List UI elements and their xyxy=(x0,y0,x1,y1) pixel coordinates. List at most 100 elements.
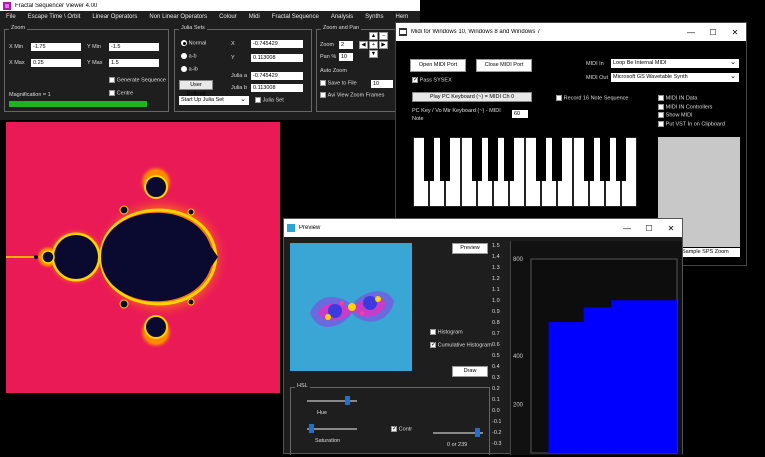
piano-black-key[interactable] xyxy=(424,137,434,181)
piano-black-key[interactable] xyxy=(536,137,546,181)
minimize-icon[interactable]: — xyxy=(680,28,702,37)
progress-bar xyxy=(9,101,147,107)
show-midi-option[interactable]: Show MIDI xyxy=(658,112,725,119)
piano-black-key[interactable] xyxy=(488,137,498,181)
xmax-input[interactable]: 0.25 xyxy=(31,59,81,67)
menu-colour[interactable]: Colour xyxy=(213,14,243,20)
minimize-icon[interactable]: — xyxy=(616,224,638,233)
note-input[interactable]: 60 xyxy=(512,110,528,118)
pass-sysex-checkbox[interactable] xyxy=(412,77,418,83)
julia-option-aib[interactable]: a-ib xyxy=(181,66,198,73)
julia-normal-label: Normal xyxy=(188,40,207,47)
julia-set-option[interactable]: Julia Set xyxy=(255,97,284,104)
piano-keyboard[interactable] xyxy=(413,137,637,207)
pass-sysex-option[interactable]: Pass SYSEX xyxy=(412,77,452,84)
piano-black-key[interactable] xyxy=(504,137,514,181)
julia-set-checkbox[interactable] xyxy=(255,97,261,103)
ymax-input[interactable]: 1.5 xyxy=(109,59,159,67)
julia-option-ab[interactable]: a-b xyxy=(181,53,197,60)
midi-in-controllers-option[interactable]: MIDI IN Controllers xyxy=(658,103,725,110)
contr-option[interactable]: Contr xyxy=(391,426,412,433)
saturation-slider-track[interactable] xyxy=(307,428,357,430)
pan-left-button[interactable]: ◀ xyxy=(359,41,368,49)
user-defined-button[interactable]: User Defined xyxy=(179,80,213,97)
cumulative-histogram-checkbox[interactable] xyxy=(430,342,436,348)
julia-y-input[interactable]: 0.113008 xyxy=(251,54,303,62)
save-to-file-checkbox[interactable] xyxy=(320,80,326,86)
piano-black-key[interactable] xyxy=(600,137,610,181)
centre-option[interactable]: Centre xyxy=(109,90,133,97)
vst-clipboard-checkbox[interactable] xyxy=(658,120,664,127)
record-sequence-option[interactable]: Record 16 Note Sequence xyxy=(556,95,629,102)
midi-in-controllers-checkbox[interactable] xyxy=(658,103,664,110)
frames-input[interactable]: 10 xyxy=(371,80,393,88)
julia-b-input[interactable]: 0.113008 xyxy=(251,84,303,92)
preview-button[interactable]: Preview xyxy=(452,243,488,254)
close-icon[interactable]: ✕ xyxy=(660,224,682,233)
julia-ab-radio[interactable] xyxy=(181,53,187,59)
pan-up-button[interactable]: ▲ xyxy=(369,32,378,40)
avi-view-checkbox[interactable] xyxy=(320,92,326,98)
start-julia-select[interactable]: Start Up Julia Set xyxy=(179,96,249,105)
piano-black-key[interactable] xyxy=(616,137,626,181)
menu-synths[interactable]: Synths xyxy=(359,14,389,20)
zoom-in-button[interactable]: + xyxy=(369,41,378,49)
julia-a-input[interactable]: -0.745429 xyxy=(251,72,303,80)
midi-in-data-checkbox[interactable] xyxy=(658,95,664,101)
histogram-option[interactable]: Histogram xyxy=(430,329,463,336)
cumulative-histogram-option[interactable]: Cumulative Histogram xyxy=(430,342,492,349)
note-label: Note xyxy=(412,116,424,122)
vst-clipboard-option[interactable]: Put VST In on Clipboard xyxy=(658,120,725,127)
menu-analysis[interactable]: Analysis xyxy=(325,14,359,20)
menu-escape-time[interactable]: Escape Time \ Orbit xyxy=(22,14,87,20)
close-icon[interactable]: ✕ xyxy=(724,28,746,37)
sample-sps-field[interactable]: Sample SPS Zoom xyxy=(680,248,740,257)
menu-midi[interactable]: Midi xyxy=(243,14,266,20)
menu-linear-operators[interactable]: Linear Operators xyxy=(86,14,143,20)
show-midi-checkbox[interactable] xyxy=(658,112,664,119)
julia-x-input[interactable]: -0.745429 xyxy=(251,40,303,48)
play-pc-keyboard-button[interactable]: Play PC Keyboard (~) = MIDI Ch 0 xyxy=(412,92,532,102)
hue-slider-thumb[interactable] xyxy=(345,396,350,405)
menu-file[interactable]: File xyxy=(0,14,22,20)
saturation-slider-thumb[interactable] xyxy=(309,424,314,433)
zoom-out-button[interactable]: − xyxy=(379,32,388,40)
midi-in-select[interactable]: Loop Be Internal MIDI xyxy=(611,59,739,68)
midi-out-select[interactable]: Microsoft GS Wavetable Synth xyxy=(611,73,739,82)
julia-set-label: Julia Set xyxy=(262,97,284,104)
julia-aib-radio[interactable] xyxy=(181,66,187,72)
open-midi-port-button[interactable]: Open MIDI Port xyxy=(410,59,466,72)
piano-black-key[interactable] xyxy=(440,137,450,181)
ymin-input[interactable]: -1.5 xyxy=(109,43,159,51)
piano-black-key[interactable] xyxy=(584,137,594,181)
record-sequence-checkbox[interactable] xyxy=(556,95,562,101)
centre-checkbox[interactable] xyxy=(109,90,115,96)
menu-hem[interactable]: Hem xyxy=(390,14,415,20)
pan-right-button[interactable]: ▶ xyxy=(379,41,388,49)
zoom-amount-input[interactable]: 2 xyxy=(339,41,353,49)
maximize-icon[interactable]: ☐ xyxy=(702,28,724,37)
julia-normal-radio[interactable] xyxy=(181,40,187,46)
show-midi-label: Show MIDI xyxy=(665,112,693,119)
y-tick-label: 800 xyxy=(513,257,524,263)
avi-view-option[interactable]: Avi View Zoom Frames xyxy=(320,92,384,99)
pan-down-button[interactable]: ▼ xyxy=(369,50,378,58)
fractal-canvas[interactable] xyxy=(6,122,280,393)
histogram-checkbox[interactable] xyxy=(430,329,436,335)
save-to-file-option[interactable]: Save to File xyxy=(320,80,357,87)
generate-sequence-option[interactable]: Generate Sequence xyxy=(109,77,166,84)
xmin-input[interactable]: -1.75 xyxy=(31,43,81,51)
piano-black-key[interactable] xyxy=(472,137,482,181)
midi-in-data-option[interactable]: MIDI IN Data xyxy=(658,95,725,102)
draw-button[interactable]: Draw xyxy=(452,366,488,377)
contrast-slider-thumb[interactable] xyxy=(475,428,480,437)
close-midi-port-button[interactable]: Close MIDI Port xyxy=(476,59,532,72)
contr-checkbox[interactable] xyxy=(391,426,397,432)
piano-black-key[interactable] xyxy=(552,137,562,181)
menu-non-linear-operators[interactable]: Non Linear Operators xyxy=(143,14,213,20)
generate-sequence-checkbox[interactable] xyxy=(109,77,115,83)
julia-option-normal[interactable]: Normal xyxy=(181,40,206,47)
menu-fractal-sequence[interactable]: Fractal Sequence xyxy=(266,14,325,20)
maximize-icon[interactable]: ☐ xyxy=(638,224,660,233)
pan-percent-input[interactable]: 10 xyxy=(339,53,353,61)
